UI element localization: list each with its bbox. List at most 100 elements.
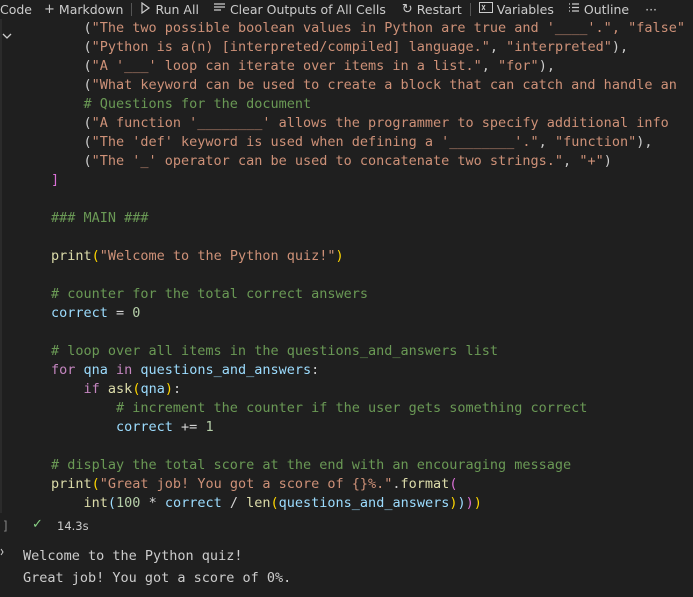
code-token: ) bbox=[465, 495, 474, 511]
code-token: "The 'def' keyword is used when defining… bbox=[91, 134, 539, 150]
notebook-toolbar: Code + Markdown Run All Clear Outputs of… bbox=[0, 0, 693, 19]
code-line[interactable] bbox=[51, 437, 693, 456]
code-line[interactable]: if ask(qna): bbox=[51, 380, 693, 399]
clear-outputs-label: Clear Outputs of All Cells bbox=[229, 2, 386, 17]
code-line[interactable]: # loop over all items in the questions_a… bbox=[51, 342, 693, 361]
code-line[interactable] bbox=[51, 228, 693, 247]
clear-outputs-button[interactable]: Clear Outputs of All Cells bbox=[213, 0, 386, 19]
code-line[interactable]: ("Python is a(n) [interpreted/compiled] … bbox=[51, 38, 693, 57]
code-token: "function" bbox=[554, 134, 637, 150]
code-token: in bbox=[116, 362, 133, 378]
code-token: ( bbox=[91, 248, 100, 264]
code-token: ( bbox=[270, 495, 279, 511]
code-token: questions_and_answers bbox=[132, 362, 312, 378]
code-line[interactable]: ("A '___' loop can iterate over items in… bbox=[51, 57, 693, 76]
code-token: = bbox=[107, 305, 133, 321]
restart-icon: ↻ bbox=[401, 2, 413, 17]
code-token: "A function '________' allows the progra… bbox=[91, 115, 669, 131]
code-token: . bbox=[392, 476, 401, 492]
code-token: ( bbox=[51, 39, 92, 55]
code-line[interactable]: correct += 1 bbox=[51, 418, 693, 437]
code-line[interactable]: for qna in questions_and_answers: bbox=[51, 361, 693, 380]
run-all-button[interactable]: Run All bbox=[140, 0, 199, 19]
check-icon: ✓ bbox=[32, 517, 43, 532]
play-icon bbox=[140, 1, 151, 18]
code-token: "What keyword can be used to create a bl… bbox=[91, 77, 677, 93]
code-token: ) bbox=[473, 495, 482, 511]
more-icon: ··· bbox=[645, 2, 658, 17]
clear-all-icon bbox=[213, 2, 226, 17]
output-marker-icon[interactable] bbox=[0, 546, 4, 558]
code-token: , bbox=[538, 134, 555, 150]
chevron-down-icon[interactable] bbox=[2, 29, 12, 43]
code-lines[interactable]: ("The two possible boolean values in Pyt… bbox=[51, 19, 693, 513]
code-line[interactable]: ("What keyword can be used to create a b… bbox=[51, 76, 693, 95]
code-token: ), bbox=[538, 58, 555, 74]
toolbar-divider bbox=[131, 3, 133, 16]
code-line[interactable]: # display the total score at the end wit… bbox=[51, 456, 693, 475]
markdown-button[interactable]: + Markdown bbox=[44, 0, 123, 19]
code-token: * bbox=[140, 495, 165, 511]
code-token: "Welcome to the Python quiz!" bbox=[99, 248, 336, 264]
code-token: ] bbox=[51, 172, 60, 188]
run-all-label: Run All bbox=[155, 2, 199, 17]
code-token: ( bbox=[449, 476, 458, 492]
code-line[interactable]: # Questions for the document bbox=[51, 95, 693, 114]
code-token: # display the total score at the end wit… bbox=[51, 457, 572, 473]
code-line[interactable]: ### MAIN ### bbox=[51, 209, 693, 228]
code-token: "+" bbox=[579, 153, 604, 169]
code-token: 1 bbox=[205, 419, 214, 435]
code-token: ( bbox=[107, 495, 117, 511]
code-token: for bbox=[51, 362, 76, 378]
code-token: ### MAIN ### bbox=[51, 210, 149, 226]
code-token: ( bbox=[51, 20, 92, 36]
code-token: # loop over all items in the questions_a… bbox=[51, 343, 499, 359]
code-line[interactable]: correct = 0 bbox=[51, 304, 693, 323]
code-token: : bbox=[172, 381, 182, 397]
code-line[interactable]: # counter for the total correct answers bbox=[51, 285, 693, 304]
code-line[interactable] bbox=[51, 323, 693, 342]
code-line[interactable]: print("Great job! You got a score of {}%… bbox=[51, 475, 693, 494]
code-token: ) bbox=[457, 495, 466, 511]
code-line[interactable]: int(100 * correct / len(questions_and_an… bbox=[51, 494, 693, 513]
code-token: ( bbox=[51, 58, 92, 74]
output-line: Great job! You got a score of 0%. bbox=[23, 570, 292, 586]
variables-button[interactable]: Variables bbox=[478, 0, 554, 19]
code-line[interactable]: ("The 'def' keyword is used when definin… bbox=[51, 133, 693, 152]
code-token: correct bbox=[164, 495, 222, 511]
code-line[interactable]: # increment the counter if the user gets… bbox=[51, 399, 693, 418]
code-line[interactable]: ("The two possible boolean values in Pyt… bbox=[51, 19, 693, 38]
code-token: correct bbox=[51, 419, 173, 435]
code-line[interactable]: ] bbox=[51, 171, 693, 190]
code-token: "A '___' loop can iterate over items in … bbox=[91, 58, 482, 74]
code-token: print bbox=[51, 476, 92, 492]
code-token: ), bbox=[611, 39, 629, 55]
code-token: 0 bbox=[132, 305, 141, 321]
code-line[interactable]: print("Welcome to the Python quiz!") bbox=[51, 247, 693, 266]
code-token: "for" bbox=[498, 58, 539, 74]
outline-button[interactable]: Outline bbox=[568, 0, 629, 19]
code-token: "Python is a(n) [interpreted/compiled] l… bbox=[91, 39, 490, 55]
code-line[interactable]: ("A function '________' allows the progr… bbox=[51, 114, 693, 133]
code-line[interactable]: ("The '_' operator can be used to concat… bbox=[51, 152, 693, 171]
code-token: 100 bbox=[116, 495, 141, 511]
restart-button[interactable]: ↻ Restart bbox=[402, 0, 462, 19]
code-token: ( bbox=[51, 115, 92, 131]
code-button[interactable]: Code bbox=[0, 0, 32, 19]
code-line[interactable] bbox=[51, 190, 693, 209]
code-token: format bbox=[400, 476, 450, 492]
code-token: qna bbox=[140, 381, 165, 397]
code-token: ( bbox=[91, 476, 100, 492]
plus-icon: + bbox=[44, 2, 55, 17]
code-cell-editor[interactable]: ("The two possible boolean values in Pyt… bbox=[0, 19, 693, 513]
code-token: "The two possible boolean values in Pyth… bbox=[91, 20, 685, 36]
code-line[interactable] bbox=[51, 266, 693, 285]
code-button-label: Code bbox=[0, 2, 33, 17]
outline-icon bbox=[568, 2, 580, 17]
cell-output: Welcome to the Python quiz! Great job! Y… bbox=[0, 540, 693, 597]
more-actions-button[interactable]: ··· bbox=[645, 0, 657, 19]
cell-status-bar: ] ✓ 14.3s bbox=[0, 513, 693, 537]
code-token: , bbox=[481, 58, 499, 74]
